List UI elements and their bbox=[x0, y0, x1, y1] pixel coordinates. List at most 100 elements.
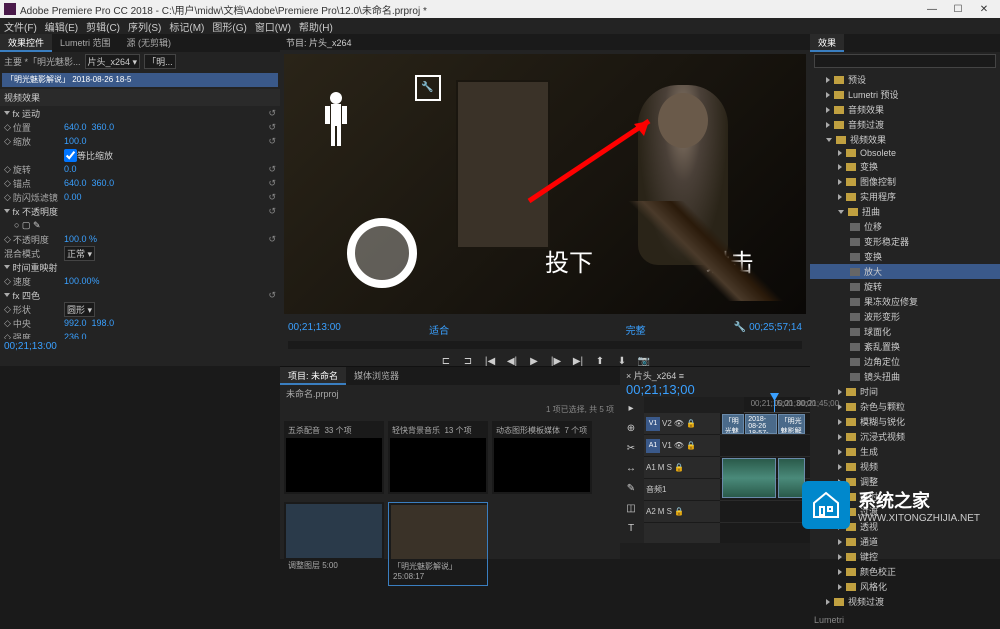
ec-mini-timeline[interactable]: 「明光魅影解说」 2018-08-26 18-5 bbox=[2, 73, 278, 87]
rotation-value[interactable]: 0.0 bbox=[64, 164, 77, 174]
bin-item[interactable]: 轻快背景音乐 13 个项 bbox=[388, 421, 488, 494]
fx-preset-item[interactable]: 放大 bbox=[810, 264, 1000, 279]
menu-file[interactable]: 文件(F) bbox=[4, 19, 37, 34]
fx-folder-item[interactable]: Obsolete bbox=[810, 147, 1000, 159]
program-viewer[interactable]: 🔧 投下 射击 bbox=[284, 54, 806, 314]
fc-center-x[interactable]: 992.0 bbox=[64, 318, 87, 328]
fx-preset-item[interactable]: 球面化 bbox=[810, 324, 1000, 339]
fx-folder-item[interactable]: 视频效果 bbox=[810, 132, 1000, 147]
fx-time-remap[interactable]: 时间重映射 bbox=[0, 260, 280, 274]
minimize-button[interactable]: — bbox=[920, 1, 944, 17]
fx-folder-item[interactable]: 模糊与锐化 bbox=[810, 414, 1000, 429]
scale-value[interactable]: 100.0 bbox=[64, 136, 87, 146]
fx-folder-item[interactable]: 音频过渡 bbox=[810, 117, 1000, 132]
uniform-scale-checkbox[interactable] bbox=[64, 149, 77, 162]
fx-preset-item[interactable]: 紊乱置换 bbox=[810, 339, 1000, 354]
position-x[interactable]: 640.0 bbox=[64, 122, 87, 132]
fc-shape[interactable]: 圆形 ▾ bbox=[64, 302, 95, 317]
fx-preset-item[interactable]: 旋转 bbox=[810, 279, 1000, 294]
type-tool[interactable]: T bbox=[622, 519, 640, 537]
fx-folder-item[interactable]: 预设 bbox=[810, 72, 1000, 87]
track-select-tool[interactable]: ⊕ bbox=[622, 419, 640, 437]
menu-markers[interactable]: 标记(M) bbox=[169, 19, 204, 34]
fx-preset-item[interactable]: 镜头扭曲 bbox=[810, 369, 1000, 384]
fx-folder-item[interactable]: 键控 bbox=[810, 549, 1000, 564]
timeline-clip[interactable]: 2018-08-26 18-57-43.mp4 [V] bbox=[745, 414, 777, 434]
playhead[interactable] bbox=[774, 397, 775, 412]
fx-four-color[interactable]: fx 四色↺ bbox=[0, 288, 280, 302]
position-y[interactable]: 360.0 bbox=[92, 122, 115, 132]
fx-folder-item[interactable]: Lumetri 预设 bbox=[810, 87, 1000, 102]
video-effects-section[interactable]: 视频效果 bbox=[0, 89, 280, 106]
clip-item[interactable]: 「明光魅影解说」 25:08:17 bbox=[388, 502, 488, 586]
speed-value[interactable]: 100.00% bbox=[64, 276, 100, 286]
fx-folder-item[interactable]: 时间 bbox=[810, 384, 1000, 399]
antiflicker-value[interactable]: 0.00 bbox=[64, 192, 82, 202]
track-audio1-header[interactable]: 音频1 bbox=[644, 479, 720, 501]
tab-media-browser[interactable]: 媒体浏览器 bbox=[346, 367, 407, 385]
track-a2-header[interactable]: A2 M S 🔒 bbox=[644, 501, 720, 523]
fx-opacity[interactable]: fx 不透明度↺ bbox=[0, 204, 280, 218]
tab-effects[interactable]: 效果 bbox=[810, 34, 844, 52]
clip-item[interactable]: 调整图层 5:00 bbox=[284, 502, 384, 586]
slip-tool[interactable]: ✎ bbox=[622, 479, 640, 497]
bin-item[interactable]: 动态图形模板媒体 7 个项 bbox=[492, 421, 592, 494]
pm-timecode-left[interactable]: 00;21;13:00 bbox=[288, 322, 341, 337]
pm-scrubber[interactable] bbox=[288, 341, 802, 349]
fx-preset-item[interactable]: 位移 bbox=[810, 219, 1000, 234]
maximize-button[interactable]: ☐ bbox=[946, 1, 970, 17]
fx-folder-item[interactable]: 图像控制 bbox=[810, 174, 1000, 189]
clip-selector[interactable]: 片头_x264 ▾ bbox=[85, 54, 141, 69]
track-v1-header[interactable]: A1V1 👁 🔒 bbox=[644, 435, 720, 457]
menu-edit[interactable]: 编辑(E) bbox=[45, 19, 78, 34]
fx-folder-item[interactable]: 颜色校正 bbox=[810, 564, 1000, 579]
fx-folder-item[interactable]: 视频 bbox=[810, 459, 1000, 474]
menu-graphics[interactable]: 图形(G) bbox=[212, 19, 246, 34]
fx-folder-item[interactable]: 实用程序 bbox=[810, 189, 1000, 204]
effects-search-input[interactable] bbox=[814, 54, 996, 68]
tab-source[interactable]: 源 (无剪辑) bbox=[119, 34, 180, 52]
fx-folder-item[interactable]: 通道 bbox=[810, 534, 1000, 549]
fx-preset-item[interactable]: 边角定位 bbox=[810, 354, 1000, 369]
fx-motion[interactable]: fx 运动↺ bbox=[0, 106, 280, 120]
menu-help[interactable]: 帮助(H) bbox=[299, 19, 333, 34]
menu-clip[interactable]: 剪辑(C) bbox=[86, 19, 120, 34]
bin-item[interactable]: 五杀配音 33 个项 bbox=[284, 421, 384, 494]
fx-preset-item[interactable]: 波形变形 bbox=[810, 309, 1000, 324]
menu-window[interactable]: 窗口(W) bbox=[255, 19, 291, 34]
ripple-tool[interactable]: ✂ bbox=[622, 439, 640, 457]
pm-full[interactable]: 完整 bbox=[626, 322, 646, 337]
fx-folder-item[interactable]: 音频效果 bbox=[810, 102, 1000, 117]
fx-preset-item[interactable]: 变换 bbox=[810, 249, 1000, 264]
timeline-ruler[interactable]: 00;21;15;00 00;21;30;00 00;21;45;00 bbox=[744, 397, 810, 413]
selection-tool[interactable]: ▸ bbox=[622, 399, 640, 417]
tab-lumetri-scopes[interactable]: Lumetri 范围 bbox=[52, 34, 119, 52]
pm-fit[interactable]: 适合 bbox=[429, 322, 449, 337]
anchor-x[interactable]: 640.0 bbox=[64, 178, 87, 188]
razor-tool[interactable]: ↔ bbox=[622, 459, 640, 477]
fx-folder-item[interactable]: 风格化 bbox=[810, 579, 1000, 594]
fx-folder-item[interactable]: 沉浸式视频 bbox=[810, 429, 1000, 444]
blend-mode[interactable]: 正常 ▾ bbox=[64, 246, 95, 261]
fx-preset-item[interactable]: 果冻效应修复 bbox=[810, 294, 1000, 309]
opacity-value[interactable]: 100.0 % bbox=[64, 234, 97, 244]
timeline-clip[interactable]: 「明光魅影解说」 bbox=[722, 414, 745, 434]
track-a1-header[interactable]: A1 M S 🔒 bbox=[644, 457, 720, 479]
clip-selector-2[interactable]: 「明... bbox=[144, 54, 176, 69]
track-v2-header[interactable]: V1V2 👁 🔒 bbox=[644, 413, 720, 435]
close-button[interactable]: ✕ bbox=[972, 1, 996, 17]
fx-folder-item[interactable]: 生成 bbox=[810, 444, 1000, 459]
fc-center-y[interactable]: 198.0 bbox=[92, 318, 115, 328]
pen-tool[interactable]: ◫ bbox=[622, 499, 640, 517]
tab-effect-controls[interactable]: 效果控件 bbox=[0, 34, 52, 52]
fc-strength[interactable]: 236.0 bbox=[64, 332, 87, 339]
timeline-clip[interactable]: 「明光魅影解说」 bbox=[778, 414, 805, 434]
menu-sequence[interactable]: 序列(S) bbox=[128, 19, 161, 34]
anchor-y[interactable]: 360.0 bbox=[92, 178, 115, 188]
timeline-content[interactable]: 「明光魅影解说」 2018-08-26 18-57-43.mp4 [V] 「明光… bbox=[720, 413, 810, 543]
fx-folder-item[interactable]: 变换 bbox=[810, 159, 1000, 174]
fx-folder-item[interactable]: 扭曲 bbox=[810, 204, 1000, 219]
fx-folder-item[interactable]: 视频过渡 bbox=[810, 594, 1000, 609]
tab-project[interactable]: 项目: 未命名 bbox=[280, 367, 346, 385]
fx-preset-item[interactable]: 变形稳定器 bbox=[810, 234, 1000, 249]
